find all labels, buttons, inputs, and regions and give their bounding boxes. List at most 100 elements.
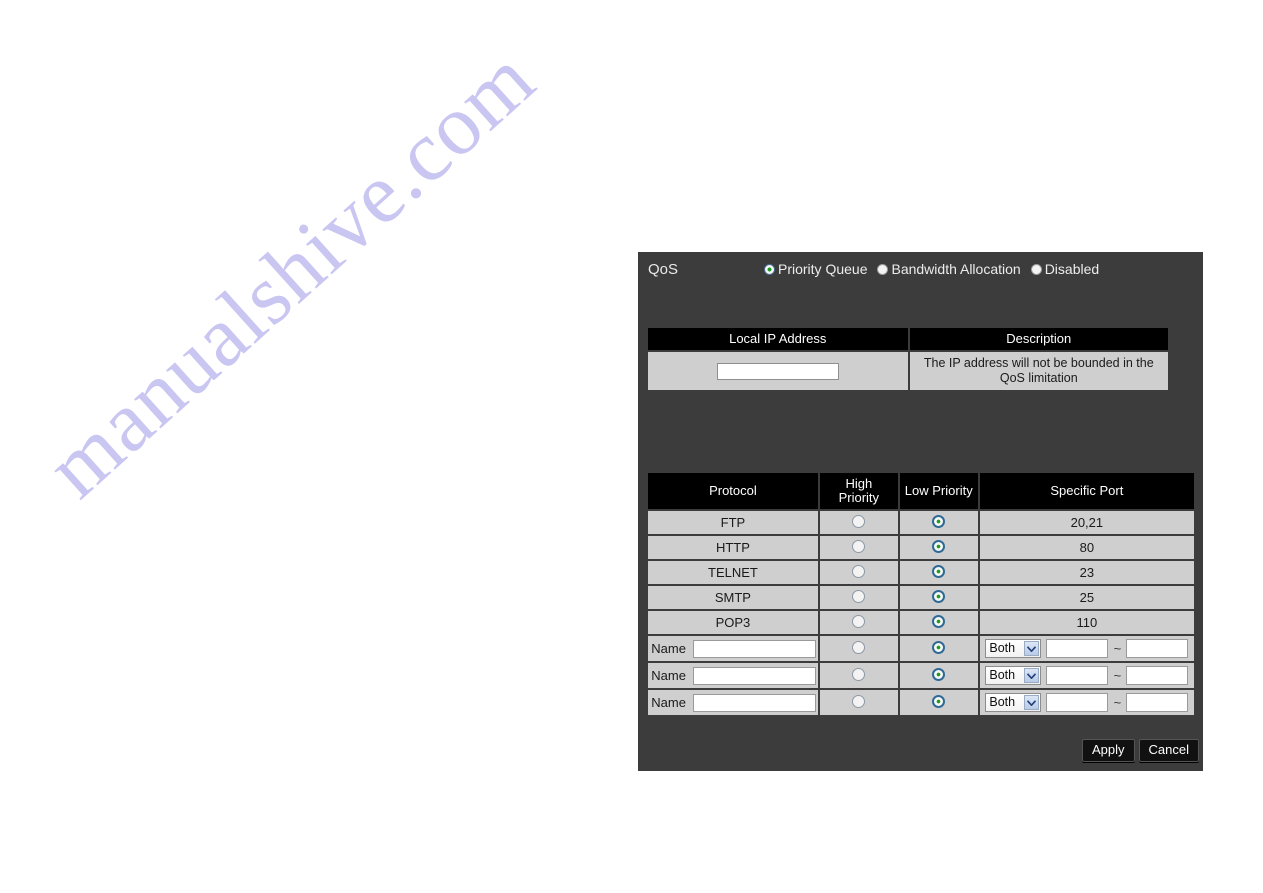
cell-protocol-name: FTP [648, 511, 818, 534]
cancel-button[interactable]: Cancel [1138, 739, 1199, 762]
custom-name-label: Name [651, 641, 686, 656]
protocol-type-select-value: Both [989, 695, 1016, 709]
cell-low-priority[interactable] [899, 663, 978, 688]
cell-specific-port-custom: Both ~ [979, 690, 1194, 715]
qos-mode-bar: QoS Priority Queue Bandwidth Allocation … [638, 252, 1203, 294]
mode-option-priority-queue[interactable]: Priority Queue [764, 261, 867, 277]
chevron-down-icon[interactable] [1024, 641, 1040, 656]
radio-icon-high-priority[interactable] [852, 694, 866, 708]
port-range-from-input[interactable] [1046, 693, 1109, 712]
chevron-down-icon[interactable] [1024, 695, 1040, 710]
port-range-from-input[interactable] [1046, 666, 1109, 685]
protocol-type-select[interactable]: Both [985, 666, 1042, 685]
column-header-low-priority: Low Priority [899, 473, 978, 509]
cell-specific-port: 25 [979, 586, 1194, 609]
protocol-type-select[interactable]: Both [985, 639, 1042, 658]
cell-specific-port: 20,21 [979, 511, 1194, 534]
cell-specific-port: 110 [979, 611, 1194, 634]
radio-icon-low-priority[interactable] [932, 514, 946, 528]
table-row: HTTP 80 [648, 536, 1194, 559]
radio-icon-high-priority[interactable] [852, 640, 866, 654]
cell-specific-port-custom: Both ~ [979, 663, 1194, 688]
table-header-row: Local IP Address Description [648, 328, 1168, 350]
protocol-type-select[interactable]: Both [985, 693, 1042, 712]
page-title: QoS [648, 261, 679, 278]
port-range-separator: ~ [1113, 695, 1122, 710]
table-row-custom: Name Both ~ [648, 636, 1194, 661]
radio-icon-low-priority[interactable] [932, 614, 946, 628]
cell-high-priority[interactable] [819, 611, 898, 634]
radio-icon-high-priority[interactable] [852, 667, 866, 681]
apply-button[interactable]: Apply [1082, 739, 1135, 762]
cell-low-priority[interactable] [899, 511, 978, 534]
qos-mode-radio-group: Priority Queue Bandwidth Allocation Disa… [764, 261, 1109, 277]
radio-icon-high-priority[interactable] [852, 614, 866, 628]
local-ip-address-input[interactable] [716, 362, 839, 380]
radio-icon-low-priority[interactable] [932, 694, 946, 708]
table-row-custom: Name Both ~ [648, 663, 1194, 688]
cell-custom-name: Name [648, 663, 818, 688]
cell-specific-port: 23 [979, 561, 1194, 584]
protocol-type-select-value: Both [989, 668, 1016, 682]
chevron-down-icon[interactable] [1024, 668, 1040, 683]
radio-icon-high-priority[interactable] [852, 589, 866, 603]
column-header-description: Description [909, 328, 1168, 350]
table-header-row: Protocol High Priority Low Priority Speci… [648, 473, 1194, 509]
table-row: TELNET 23 [648, 561, 1194, 584]
qos-settings-panel: QoS Priority Queue Bandwidth Allocation … [638, 252, 1203, 771]
form-action-bar: Apply Cancel [1082, 739, 1199, 762]
cell-specific-port-custom: Both ~ [979, 636, 1194, 661]
radio-icon-low-priority[interactable] [932, 667, 946, 681]
custom-name-input[interactable] [692, 666, 816, 685]
mode-label-priority-queue: Priority Queue [778, 261, 868, 277]
table-row-custom: Name Both ~ [648, 690, 1194, 715]
cell-high-priority[interactable] [819, 690, 898, 715]
table-row: The IP address will not be bounded in th… [648, 352, 1168, 390]
cell-high-priority[interactable] [819, 511, 898, 534]
cell-description: The IP address will not be bounded in th… [909, 352, 1168, 390]
column-header-local-ip-address: Local IP Address [648, 328, 908, 350]
radio-icon-high-priority[interactable] [852, 539, 866, 553]
mode-label-bandwidth-allocation: Bandwidth Allocation [891, 261, 1021, 277]
port-range-separator: ~ [1113, 641, 1122, 656]
cell-low-priority[interactable] [899, 561, 978, 584]
radio-icon-high-priority[interactable] [852, 514, 866, 528]
protocol-type-select-value: Both [989, 641, 1016, 655]
cell-low-priority[interactable] [899, 690, 978, 715]
cell-low-priority[interactable] [899, 586, 978, 609]
cell-low-priority[interactable] [899, 636, 978, 661]
port-range-to-input[interactable] [1126, 666, 1189, 685]
port-range-from-input[interactable] [1046, 639, 1109, 658]
cell-low-priority[interactable] [899, 536, 978, 559]
cell-high-priority[interactable] [819, 536, 898, 559]
cell-protocol-name: POP3 [648, 611, 818, 634]
port-range-to-input[interactable] [1126, 693, 1189, 712]
radio-icon-bandwidth-allocation[interactable] [877, 263, 889, 275]
mode-option-bandwidth-allocation[interactable]: Bandwidth Allocation [877, 261, 1021, 277]
cell-high-priority[interactable] [819, 586, 898, 609]
mode-label-disabled: Disabled [1044, 261, 1100, 277]
custom-name-input[interactable] [692, 693, 816, 712]
port-range-to-input[interactable] [1126, 639, 1189, 658]
cell-low-priority[interactable] [899, 611, 978, 634]
cell-specific-port: 80 [979, 536, 1194, 559]
radio-icon-low-priority[interactable] [932, 564, 946, 578]
radio-icon-low-priority[interactable] [932, 539, 946, 553]
radio-icon-disabled[interactable] [1030, 263, 1042, 275]
table-row: POP3 110 [648, 611, 1194, 634]
cell-protocol-name: TELNET [648, 561, 818, 584]
custom-name-input[interactable] [692, 639, 816, 658]
mode-option-disabled[interactable]: Disabled [1030, 261, 1100, 277]
radio-icon-low-priority[interactable] [932, 589, 946, 603]
cell-high-priority[interactable] [819, 636, 898, 661]
radio-icon-priority-queue[interactable] [764, 263, 775, 275]
header-high-line1: High [845, 476, 873, 491]
cell-local-ip-address [648, 352, 908, 390]
header-high-line2: Priority [838, 490, 880, 505]
radio-icon-low-priority[interactable] [932, 640, 946, 654]
cell-custom-name: Name [648, 690, 818, 715]
cell-high-priority[interactable] [819, 561, 898, 584]
radio-icon-high-priority[interactable] [852, 564, 866, 578]
cell-high-priority[interactable] [819, 663, 898, 688]
cell-custom-name: Name [648, 636, 818, 661]
